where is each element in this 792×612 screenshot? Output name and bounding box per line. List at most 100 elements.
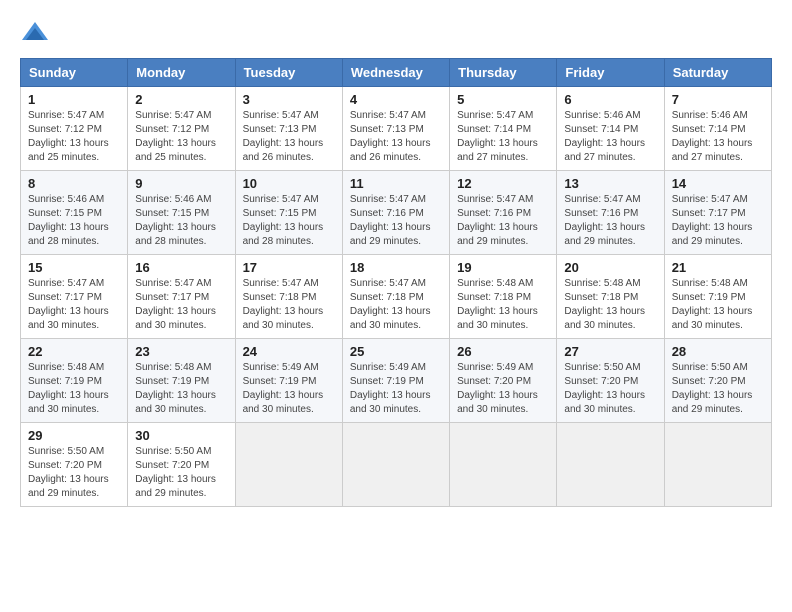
day-info: Sunrise: 5:48 AMSunset: 7:18 PMDaylight:…: [457, 277, 549, 333]
calendar-day-cell: [342, 423, 449, 507]
day-info: Sunrise: 5:48 AMSunset: 7:18 PMDaylight:…: [564, 277, 656, 333]
day-number: 25: [350, 344, 442, 359]
day-number: 3: [243, 92, 335, 107]
calendar-day-cell: 5 Sunrise: 5:47 AMSunset: 7:14 PMDaylight…: [450, 87, 557, 171]
day-number: 13: [564, 176, 656, 191]
day-number: 22: [28, 344, 120, 359]
logo-icon: [20, 20, 50, 50]
calendar-day-cell: 6 Sunrise: 5:46 AMSunset: 7:14 PMDaylight…: [557, 87, 664, 171]
day-number: 24: [243, 344, 335, 359]
calendar-day-cell: 30 Sunrise: 5:50 AMSunset: 7:20 PMDayligh…: [128, 423, 235, 507]
day-info: Sunrise: 5:49 AMSunset: 7:19 PMDaylight:…: [350, 361, 442, 417]
day-info: Sunrise: 5:48 AMSunset: 7:19 PMDaylight:…: [135, 361, 227, 417]
day-number: 6: [564, 92, 656, 107]
calendar-day-cell: 9 Sunrise: 5:46 AMSunset: 7:15 PMDaylight…: [128, 171, 235, 255]
calendar-week-row: 1 Sunrise: 5:47 AMSunset: 7:12 PMDaylight…: [21, 87, 772, 171]
day-info: Sunrise: 5:46 AMSunset: 7:15 PMDaylight:…: [135, 193, 227, 249]
calendar-day-cell: 14 Sunrise: 5:47 AMSunset: 7:17 PMDayligh…: [664, 171, 771, 255]
day-number: 4: [350, 92, 442, 107]
day-info: Sunrise: 5:47 AMSunset: 7:18 PMDaylight:…: [243, 277, 335, 333]
day-number: 29: [28, 428, 120, 443]
calendar-day-cell: 17 Sunrise: 5:47 AMSunset: 7:18 PMDayligh…: [235, 255, 342, 339]
calendar-day-cell: 2 Sunrise: 5:47 AMSunset: 7:12 PMDaylight…: [128, 87, 235, 171]
calendar-day-cell: 20 Sunrise: 5:48 AMSunset: 7:18 PMDayligh…: [557, 255, 664, 339]
day-info: Sunrise: 5:50 AMSunset: 7:20 PMDaylight:…: [672, 361, 764, 417]
day-info: Sunrise: 5:49 AMSunset: 7:20 PMDaylight:…: [457, 361, 549, 417]
calendar-day-cell: 4 Sunrise: 5:47 AMSunset: 7:13 PMDaylight…: [342, 87, 449, 171]
day-number: 19: [457, 260, 549, 275]
day-number: 30: [135, 428, 227, 443]
calendar-day-cell: 16 Sunrise: 5:47 AMSunset: 7:17 PMDayligh…: [128, 255, 235, 339]
day-info: Sunrise: 5:47 AMSunset: 7:16 PMDaylight:…: [350, 193, 442, 249]
day-info: Sunrise: 5:47 AMSunset: 7:17 PMDaylight:…: [28, 277, 120, 333]
calendar-week-row: 29 Sunrise: 5:50 AMSunset: 7:20 PMDayligh…: [21, 423, 772, 507]
calendar-day-cell: 23 Sunrise: 5:48 AMSunset: 7:19 PMDayligh…: [128, 339, 235, 423]
day-info: Sunrise: 5:46 AMSunset: 7:14 PMDaylight:…: [672, 109, 764, 165]
calendar-day-cell: [450, 423, 557, 507]
calendar-day-cell: [235, 423, 342, 507]
header-cell-saturday: Saturday: [664, 59, 771, 87]
calendar-day-cell: 18 Sunrise: 5:47 AMSunset: 7:18 PMDayligh…: [342, 255, 449, 339]
day-number: 8: [28, 176, 120, 191]
day-info: Sunrise: 5:48 AMSunset: 7:19 PMDaylight:…: [672, 277, 764, 333]
day-info: Sunrise: 5:47 AMSunset: 7:16 PMDaylight:…: [564, 193, 656, 249]
calendar-week-row: 22 Sunrise: 5:48 AMSunset: 7:19 PMDayligh…: [21, 339, 772, 423]
calendar-day-cell: 25 Sunrise: 5:49 AMSunset: 7:19 PMDayligh…: [342, 339, 449, 423]
day-info: Sunrise: 5:46 AMSunset: 7:14 PMDaylight:…: [564, 109, 656, 165]
calendar-day-cell: 10 Sunrise: 5:47 AMSunset: 7:15 PMDayligh…: [235, 171, 342, 255]
day-info: Sunrise: 5:47 AMSunset: 7:15 PMDaylight:…: [243, 193, 335, 249]
day-number: 12: [457, 176, 549, 191]
day-number: 20: [564, 260, 656, 275]
calendar-day-cell: 3 Sunrise: 5:47 AMSunset: 7:13 PMDaylight…: [235, 87, 342, 171]
calendar-day-cell: [664, 423, 771, 507]
day-number: 14: [672, 176, 764, 191]
calendar-day-cell: 11 Sunrise: 5:47 AMSunset: 7:16 PMDayligh…: [342, 171, 449, 255]
calendar-header-row: SundayMondayTuesdayWednesdayThursdayFrid…: [21, 59, 772, 87]
header-cell-wednesday: Wednesday: [342, 59, 449, 87]
day-number: 5: [457, 92, 549, 107]
calendar-day-cell: 12 Sunrise: 5:47 AMSunset: 7:16 PMDayligh…: [450, 171, 557, 255]
header-cell-tuesday: Tuesday: [235, 59, 342, 87]
day-number: 7: [672, 92, 764, 107]
calendar-day-cell: 1Sunrise: 5:47 AMSunset: 7:12 PMDaylight…: [21, 87, 128, 171]
calendar-day-cell: 26 Sunrise: 5:49 AMSunset: 7:20 PMDayligh…: [450, 339, 557, 423]
header: [20, 20, 772, 50]
day-number: 23: [135, 344, 227, 359]
day-info: Sunrise: 5:47 AMSunset: 7:17 PMDaylight:…: [135, 277, 227, 333]
header-cell-thursday: Thursday: [450, 59, 557, 87]
day-number: 21: [672, 260, 764, 275]
calendar-day-cell: 7 Sunrise: 5:46 AMSunset: 7:14 PMDaylight…: [664, 87, 771, 171]
calendar-day-cell: 29 Sunrise: 5:50 AMSunset: 7:20 PMDayligh…: [21, 423, 128, 507]
calendar-day-cell: 13 Sunrise: 5:47 AMSunset: 7:16 PMDayligh…: [557, 171, 664, 255]
calendar-day-cell: 27Sunrise: 5:50 AMSunset: 7:20 PMDayligh…: [557, 339, 664, 423]
day-number: 9: [135, 176, 227, 191]
logo: [20, 20, 54, 50]
day-number: 11: [350, 176, 442, 191]
day-number: 2: [135, 92, 227, 107]
calendar-day-cell: 8Sunrise: 5:46 AMSunset: 7:15 PMDaylight…: [21, 171, 128, 255]
day-info: Sunrise: 5:47 AMSunset: 7:13 PMDaylight:…: [243, 109, 335, 165]
day-number: 17: [243, 260, 335, 275]
day-number: 18: [350, 260, 442, 275]
day-info: Sunrise: 5:47 AMSunset: 7:12 PMDaylight:…: [135, 109, 227, 165]
calendar-day-cell: 28Sunrise: 5:50 AMSunset: 7:20 PMDayligh…: [664, 339, 771, 423]
header-cell-friday: Friday: [557, 59, 664, 87]
day-info: Sunrise: 5:47 AMSunset: 7:18 PMDaylight:…: [350, 277, 442, 333]
day-info: Sunrise: 5:47 AMSunset: 7:14 PMDaylight:…: [457, 109, 549, 165]
day-info: Sunrise: 5:48 AMSunset: 7:19 PMDaylight:…: [28, 361, 120, 417]
day-info: Sunrise: 5:47 AMSunset: 7:13 PMDaylight:…: [350, 109, 442, 165]
day-number: 10: [243, 176, 335, 191]
day-number: 26: [457, 344, 549, 359]
day-number: 27: [564, 344, 656, 359]
calendar-day-cell: 22 Sunrise: 5:48 AMSunset: 7:19 PMDayligh…: [21, 339, 128, 423]
day-info: Sunrise: 5:47 AMSunset: 7:16 PMDaylight:…: [457, 193, 549, 249]
day-info: Sunrise: 5:50 AMSunset: 7:20 PMDaylight:…: [135, 445, 227, 501]
day-number: 16: [135, 260, 227, 275]
calendar-day-cell: [557, 423, 664, 507]
day-number: 15: [28, 260, 120, 275]
day-info: Sunrise: 5:47 AMSunset: 7:17 PMDaylight:…: [672, 193, 764, 249]
day-info: Sunrise: 5:50 AMSunset: 7:20 PMDaylight:…: [28, 445, 120, 501]
day-info: Sunrise: 5:49 AMSunset: 7:19 PMDaylight:…: [243, 361, 335, 417]
day-number: 1: [28, 92, 120, 107]
calendar-day-cell: 15 Sunrise: 5:47 AMSunset: 7:17 PMDayligh…: [21, 255, 128, 339]
